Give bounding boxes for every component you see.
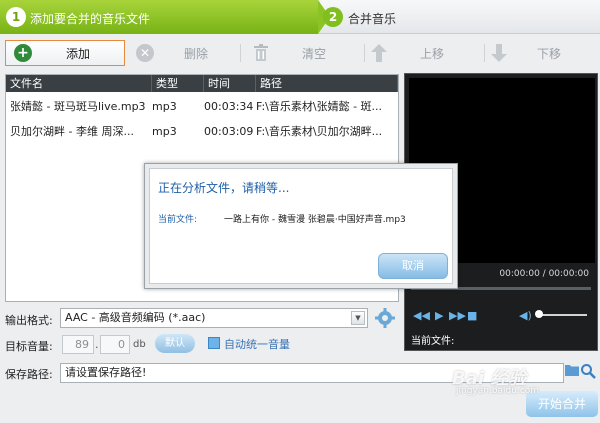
- analyzing-dialog: 正在分析文件，请稍等... 当前文件: 一路上有你 - 魏雪漫 张碧晨·中国好声…: [144, 163, 458, 289]
- dialog-body: 正在分析文件，请稍等... 当前文件: 一路上有你 - 魏雪漫 张碧晨·中国好声…: [149, 168, 453, 284]
- delete-button-label: 删除: [184, 46, 209, 61]
- auto-volume-checkbox[interactable]: [208, 337, 220, 349]
- add-button[interactable]: + 添加: [5, 40, 125, 66]
- volume-slider-handle[interactable]: [535, 310, 543, 318]
- toolbar: + 添加 ✕ 删除 清空 上移 下移: [0, 38, 600, 68]
- column-header-time[interactable]: 时间: [204, 75, 256, 92]
- volume-slider[interactable]: [537, 314, 587, 316]
- file-type-cell: mp3: [152, 125, 177, 138]
- add-button-label: 添加: [66, 46, 91, 61]
- step-header: 1 添加要合并的音乐文件 2 合并音乐: [0, 0, 600, 34]
- gear-icon[interactable]: [374, 307, 396, 329]
- clear-button[interactable]: 清空: [252, 40, 362, 66]
- auto-volume-label[interactable]: 自动统一音量: [224, 336, 290, 352]
- output-format-select[interactable]: AAC - 高级音频编码 (*.aac) ▼: [60, 308, 368, 328]
- file-type-cell: mp3: [152, 100, 177, 113]
- toolbar-divider: [484, 44, 485, 62]
- step-1-number: 1: [6, 7, 26, 27]
- file-time-cell: 00:03:09: [204, 125, 254, 138]
- fast-forward-icon[interactable]: ▶▶: [449, 309, 466, 322]
- playback-time: 00:00:00 / 00:00:00: [499, 269, 589, 279]
- dialog-title: 正在分析文件，请稍等...: [158, 181, 290, 195]
- toolbar-divider: [240, 44, 241, 62]
- rewind-icon[interactable]: ◀◀: [413, 309, 430, 322]
- decimal-point: .: [95, 338, 99, 351]
- plus-icon: +: [14, 44, 32, 62]
- file-name-cell: 贝加尔湖畔 - 李维 周深...: [10, 125, 134, 138]
- output-format-value: AAC - 高级音频编码 (*.aac): [65, 311, 206, 324]
- table-row[interactable]: 贝加尔湖畔 - 李维 周深... mp3 00:03:09 F:\音乐素材\贝加…: [6, 121, 398, 143]
- folder-icon[interactable]: [565, 364, 579, 376]
- chevron-down-icon[interactable]: ▼: [351, 311, 365, 325]
- delete-button[interactable]: ✕ 删除: [132, 40, 232, 66]
- default-volume-button[interactable]: 默认: [155, 334, 195, 353]
- column-header-name[interactable]: 文件名: [6, 75, 152, 92]
- file-path-cell: F:\音乐素材\贝加尔湖畔...: [256, 125, 383, 138]
- table-row[interactable]: 张婧懿 - 斑马斑马live.mp3 mp3 00:03:34 F:\音乐素材\…: [6, 96, 398, 118]
- move-up-button[interactable]: 上移: [370, 40, 480, 66]
- dialog-current-file-label: 当前文件:: [158, 215, 198, 225]
- volume-icon[interactable]: ◀): [519, 309, 532, 322]
- delete-icon: ✕: [136, 44, 154, 62]
- move-up-button-label: 上移: [420, 46, 445, 61]
- step-1: 1 添加要合并的音乐文件: [0, 0, 318, 34]
- file-time-cell: 00:03:34: [204, 100, 254, 113]
- arrow-down-icon: [490, 44, 508, 62]
- file-name-cell: 张婧懿 - 斑马斑马live.mp3: [10, 100, 146, 113]
- volume-integer-input[interactable]: 89: [62, 335, 94, 354]
- stop-icon[interactable]: ■: [467, 309, 477, 322]
- file-path-cell: F:\音乐素材\张婧懿 - 斑...: [256, 100, 383, 113]
- watermark-url: jingyan.baidu.com: [456, 386, 540, 396]
- column-header-path[interactable]: 路径: [256, 75, 398, 92]
- arrow-up-icon: [370, 44, 388, 62]
- column-header-type[interactable]: 类型: [152, 75, 204, 92]
- trash-icon: [252, 44, 270, 62]
- play-icon[interactable]: ▶: [435, 309, 443, 322]
- target-volume-label: 目标音量:: [5, 340, 53, 353]
- move-down-button-label: 下移: [537, 46, 562, 61]
- move-down-button[interactable]: 下移: [490, 40, 590, 66]
- toolbar-divider: [364, 44, 365, 62]
- clear-button-label: 清空: [302, 46, 327, 61]
- save-path-label: 保存路径:: [5, 368, 53, 381]
- output-format-label: 输出格式:: [5, 314, 53, 327]
- volume-unit: db: [133, 339, 146, 350]
- step-2-number: 2: [323, 7, 343, 27]
- search-icon[interactable]: [580, 363, 596, 379]
- player-current-file-label: 当前文件:: [411, 336, 455, 347]
- dialog-current-file: 一路上有你 - 魏雪漫 张碧晨·中国好声音.mp3: [224, 215, 406, 225]
- cancel-button[interactable]: 取消: [378, 253, 448, 279]
- volume-decimal-input[interactable]: 0: [100, 335, 130, 354]
- step-2-label: 合并音乐: [348, 12, 397, 26]
- step-1-label: 添加要合并的音乐文件: [30, 12, 151, 26]
